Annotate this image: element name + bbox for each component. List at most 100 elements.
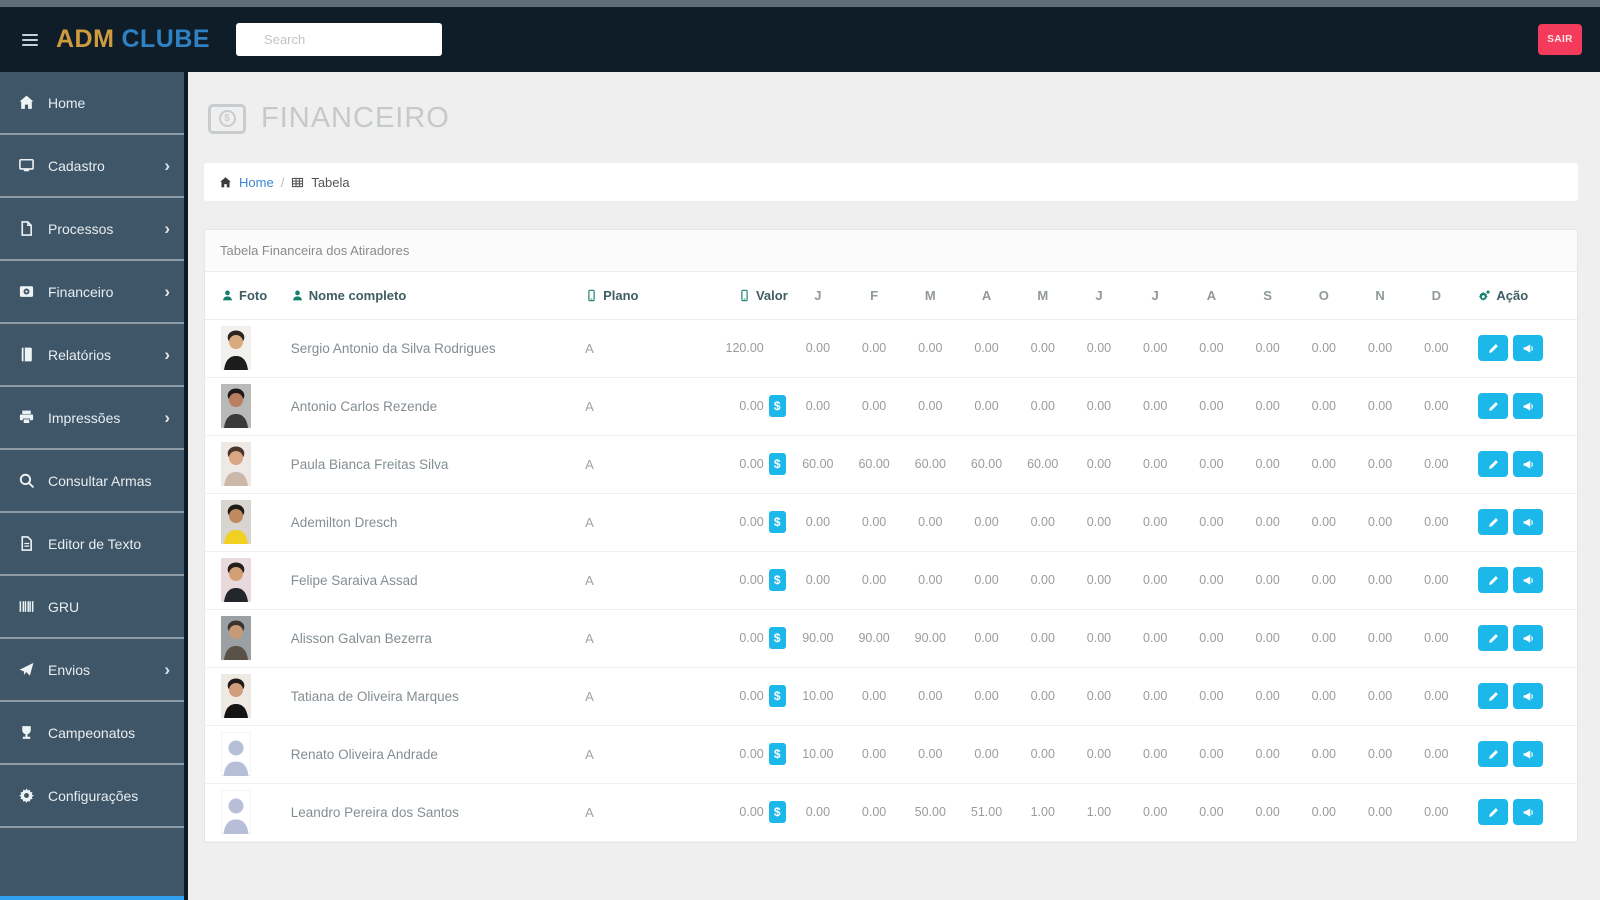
sidebar-item-label: Consultar Armas <box>48 472 152 489</box>
cell-month-value: 0.00 <box>1408 435 1465 494</box>
cell-month-value: 0.00 <box>1070 377 1128 436</box>
sidebar-item-cadastro[interactable]: Cadastro › <box>0 135 184 198</box>
sidebar-item-impressoes[interactable]: Impressões › <box>0 387 184 450</box>
col-header-month-5: M <box>1014 272 1071 320</box>
col-header-month-6: J <box>1070 272 1128 320</box>
edit-button[interactable] <box>1478 625 1509 651</box>
hamburger-menu-icon[interactable] <box>18 30 42 50</box>
cell-month-value: 0.00 <box>1014 551 1071 610</box>
cell-valor: 0.00 $ <box>669 435 790 494</box>
cell-month-value: 0.00 <box>789 551 846 610</box>
cell-month-value: 0.00 <box>1295 377 1352 436</box>
col-header-month-2: F <box>845 272 903 320</box>
money-badge[interactable]: $ <box>768 511 786 533</box>
search-input[interactable] <box>236 23 443 56</box>
cell-plano: A <box>575 435 670 494</box>
cell-month-value: 0.00 <box>902 377 959 436</box>
file-text-icon <box>21 536 32 551</box>
sidebar-item-home[interactable]: Home <box>0 72 184 135</box>
sidebar-item-relatorios[interactable]: Relatórios › <box>0 324 184 387</box>
logout-button[interactable]: SAIR <box>1538 24 1582 55</box>
cell-nome: Alisson Galvan Bezerra <box>286 609 576 668</box>
announce-icon <box>1523 749 1533 759</box>
cell-month-value: 0.00 <box>1239 667 1296 726</box>
sidebar-item-editor-de-texto[interactable]: Editor de Texto <box>0 513 184 576</box>
announce-icon <box>1523 807 1533 817</box>
cell-valor: 0.00 $ <box>669 725 790 784</box>
col-header-month-11: N <box>1351 272 1409 320</box>
announce-button[interactable] <box>1513 509 1544 535</box>
edit-button[interactable] <box>1478 799 1509 825</box>
announce-button[interactable] <box>1513 799 1544 825</box>
cell-month-value: 0.00 <box>1183 493 1240 552</box>
sidebar-item-configuracoes[interactable]: Configurações <box>0 765 184 828</box>
edit-icon <box>1488 517 1498 527</box>
sidebar-item-campeonatos[interactable]: Campeonatos <box>0 702 184 765</box>
sidebar-item-label: Configurações <box>48 787 139 804</box>
edit-icon <box>1488 691 1498 701</box>
money-badge[interactable]: $ <box>768 801 786 823</box>
cell-month-value: 0.00 <box>1239 609 1296 668</box>
money-badge[interactable]: $ <box>768 453 786 475</box>
brand-clube: CLUBE <box>121 25 211 53</box>
cell-month-value: 0.00 <box>1408 551 1465 610</box>
announce-button[interactable] <box>1513 451 1544 477</box>
user-icon <box>292 290 302 301</box>
table-row: Sergio Antonio da Silva Rodrigues A 120.00… <box>205 319 1577 378</box>
edit-button[interactable] <box>1478 509 1509 535</box>
cell-month-value: 0.00 <box>1183 609 1240 668</box>
edit-button[interactable] <box>1478 567 1509 593</box>
table-row: Antonio Carlos Rezende A 0.00 $0.00 0.00 0.00… <box>205 377 1577 436</box>
cell-nome: Tatiana de Oliveira Marques <box>286 667 576 726</box>
home-icon <box>19 95 34 109</box>
col-header-plano: Plano <box>575 272 670 320</box>
breadcrumb-home-link[interactable]: Home <box>239 175 274 190</box>
sidebar-item-processos[interactable]: Processos › <box>0 198 184 261</box>
breadcrumb: Home / Tabela <box>204 163 1578 201</box>
cell-month-value: 0.00 <box>1127 667 1184 726</box>
edit-button[interactable] <box>1478 335 1509 361</box>
col-header-month-12: D <box>1408 272 1465 320</box>
money-badge[interactable]: $ <box>768 627 786 649</box>
cell-month-value: 0.00 <box>902 551 959 610</box>
cell-month-value: 0.00 <box>1014 319 1071 378</box>
sidebar-item-label: Campeonatos <box>48 724 136 741</box>
monitor-icon <box>19 158 34 172</box>
sidebar-item-label: Envios <box>48 661 91 678</box>
cell-month-value: 10.00 <box>789 725 846 784</box>
cell-month-value: 0.00 <box>1295 551 1352 610</box>
edit-button[interactable] <box>1478 683 1509 709</box>
mobile-icon <box>741 289 748 302</box>
cell-nome: Felipe Saraiva Assad <box>286 551 576 610</box>
sidebar-item-gru[interactable]: GRU <box>0 576 184 639</box>
announce-button[interactable] <box>1513 683 1544 709</box>
money-badge[interactable]: $ <box>768 569 786 591</box>
money-badge[interactable]: $ <box>768 395 786 417</box>
announce-button[interactable] <box>1513 625 1544 651</box>
money-badge[interactable]: $ <box>768 685 786 707</box>
announce-button[interactable] <box>1513 567 1544 593</box>
cell-month-value: 0.00 <box>902 319 959 378</box>
sidebar-item-consultar-armas[interactable]: Consultar Armas <box>0 450 184 513</box>
cell-acao <box>1464 667 1577 726</box>
announce-button[interactable] <box>1513 741 1544 767</box>
cell-month-value: 0.00 <box>1127 377 1184 436</box>
announce-button[interactable] <box>1513 335 1544 361</box>
table-row: Ademilton Dresch A 0.00 $0.00 0.00 0.00 0.00 0.… <box>205 493 1577 552</box>
edit-button[interactable] <box>1478 393 1509 419</box>
cell-plano: A <box>575 725 670 784</box>
sidebar-item-financeiro[interactable]: Financeiro › <box>0 261 184 324</box>
announce-icon <box>1523 459 1533 469</box>
money-badge[interactable]: $ <box>768 743 786 765</box>
cell-month-value: 0.00 <box>1127 551 1184 610</box>
edit-button[interactable] <box>1478 451 1509 477</box>
announce-icon <box>1523 517 1533 527</box>
cell-month-value: 0.00 <box>1351 783 1409 842</box>
cell-month-value: 0.00 <box>845 667 903 726</box>
cell-foto <box>205 667 287 726</box>
chevron-right-icon: › <box>164 660 170 679</box>
avatar-photo <box>221 674 251 718</box>
sidebar-item-envios[interactable]: Envios › <box>0 639 184 702</box>
announce-button[interactable] <box>1513 393 1544 419</box>
edit-button[interactable] <box>1478 741 1509 767</box>
